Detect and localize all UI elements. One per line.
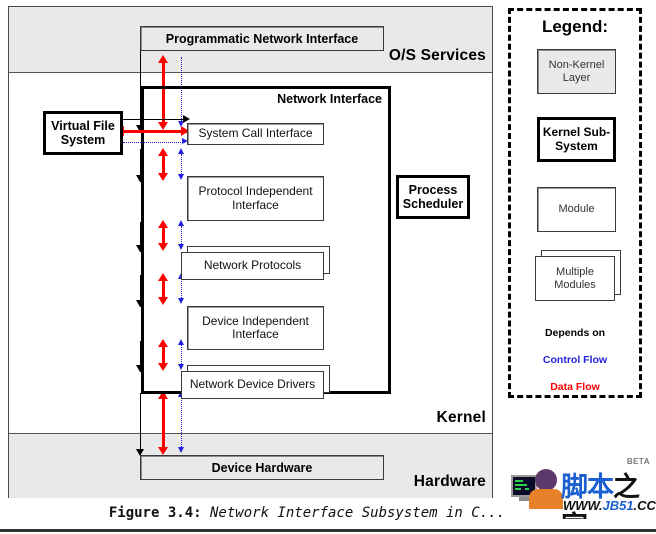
- legend-shape-label: Module: [558, 203, 595, 216]
- node-label: System Call Interface: [198, 126, 313, 141]
- diagram-frame: O/S Services Kernel Hardware Network Int…: [8, 6, 493, 498]
- site-watermark: BETA 脚本之家 WWW.JB51.CC: [505, 455, 656, 519]
- depends-on-arrowhead-sci-left: [183, 115, 190, 123]
- node-network-protocols[interactable]: Network Protocols: [181, 246, 330, 280]
- data-flow-arrowhead-up-pni: [158, 55, 168, 63]
- node-device-hardware[interactable]: Device Hardware: [140, 455, 384, 480]
- figure-caption-label: Figure 3.4:: [108, 505, 202, 521]
- node-label: Programmatic Network Interface: [165, 31, 359, 46]
- legend-shape-module: Module: [537, 187, 616, 232]
- person-body-icon: [529, 489, 563, 509]
- monitor-stand-icon: [519, 497, 529, 501]
- stacked-sheet-front: Network Device Drivers: [181, 371, 324, 399]
- legend-flow-label: Control Flow: [516, 354, 634, 366]
- person-head-icon: [535, 469, 557, 491]
- node-system-call-interface[interactable]: System Call Interface: [187, 123, 324, 145]
- band-label-kernel: Kernel: [436, 409, 486, 426]
- network-interface-subsystem-label: Network Interface: [277, 92, 382, 106]
- figure-root: O/S Services Kernel Hardware Network Int…: [0, 0, 656, 534]
- legend-panel: Legend: Non-Kernel Layer Kernel Sub-Syst…: [508, 8, 642, 398]
- legend-shape-kernel-sub-system: Kernel Sub-System: [537, 117, 616, 162]
- control-flow-arrowhead-down-hw: [178, 447, 184, 453]
- node-label: Process Scheduler: [402, 183, 464, 211]
- node-label: Network Device Drivers: [189, 377, 316, 392]
- legend-shape-multiple-modules: Multiple Modules: [535, 250, 621, 301]
- legend-title: Legend:: [541, 17, 609, 36]
- band-label-hardware: Hardware: [413, 473, 486, 490]
- data-flow-arrowhead-down-hw: [158, 447, 168, 455]
- node-network-device-drivers[interactable]: Network Device Drivers: [181, 365, 330, 399]
- node-virtual-file-system[interactable]: Virtual File System: [43, 111, 123, 155]
- band-label-os-services: O/S Services: [388, 47, 486, 64]
- stacked-sheet-front: Network Protocols: [181, 252, 324, 280]
- node-programmatic-network-interface[interactable]: Programmatic Network Interface: [140, 26, 384, 51]
- legend-flow-depends-on: Depends on: [511, 323, 639, 343]
- node-process-scheduler[interactable]: Process Scheduler: [396, 175, 470, 219]
- watermark-url-prefix: WWW.: [563, 498, 603, 513]
- bottom-rule: [0, 529, 656, 532]
- node-protocol-independent-interface[interactable]: Protocol Independent Interface: [187, 176, 324, 221]
- control-flow-line-ndd-hw: [181, 397, 182, 449]
- control-flow-line-vfs-sci: [123, 142, 185, 143]
- legend-flow-label: Depends on: [516, 327, 634, 339]
- legend-shape-label: Kernel Sub-System: [542, 125, 611, 153]
- data-flow-line-ndd-hw: [162, 398, 165, 450]
- legend-shape-label: Multiple Modules: [554, 265, 596, 291]
- data-flow-line-vfs-sci: [123, 130, 187, 133]
- legend-flow-control-flow: Control Flow: [511, 350, 639, 370]
- watermark-url-suffix: .CC: [633, 498, 656, 513]
- legend-shape-non-kernel-layer: Non-Kernel Layer: [537, 49, 616, 94]
- node-device-independent-interface[interactable]: Device Independent Interface: [187, 306, 324, 350]
- figure-caption-title: Network Interface Subsystem in C........: [210, 505, 548, 521]
- node-label: Network Protocols: [203, 258, 302, 273]
- watermark-url: WWW.JB51.CC: [563, 498, 656, 513]
- depends-on-line-vfs-to-sci: [123, 119, 185, 120]
- node-label: Protocol Independent Interface: [198, 184, 313, 212]
- node-label: Device Hardware: [211, 460, 313, 475]
- depends-on-line-ndd-to-hw: [140, 393, 141, 455]
- stacked-sheet-front: Multiple Modules: [535, 256, 615, 301]
- legend-flow-label: Data Flow: [516, 381, 634, 393]
- legend-flow-data-flow: Data Flow: [511, 377, 639, 397]
- node-label: Device Independent Interface: [202, 313, 309, 341]
- node-label: Virtual File System: [51, 119, 115, 147]
- watermark-url-mid: JB51: [602, 498, 634, 513]
- legend-shape-label: Non-Kernel Layer: [548, 59, 605, 84]
